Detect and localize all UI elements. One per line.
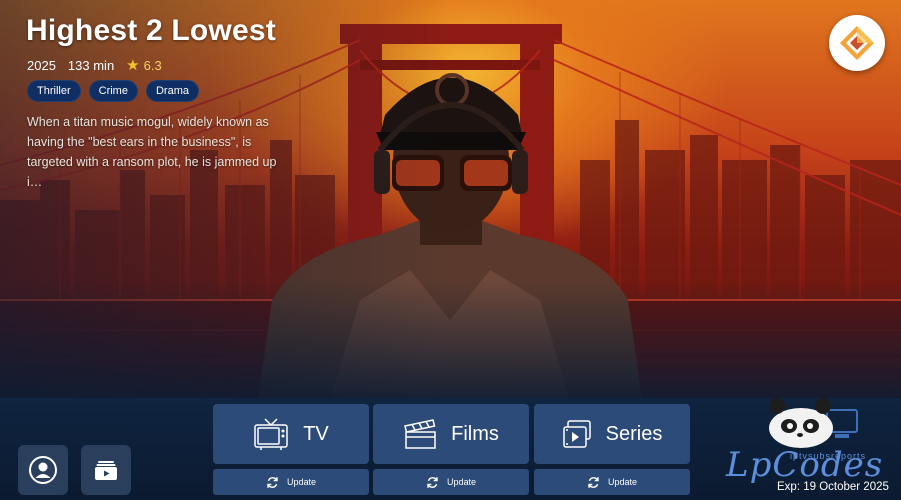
- tv-category-button[interactable]: TV: [213, 404, 369, 464]
- tv-icon: [254, 418, 288, 450]
- genre-chip[interactable]: Drama: [145, 80, 199, 102]
- hero-banner: Highest 2 Lowest 2025 133 min ★ 6.3 Thri…: [0, 0, 901, 400]
- category-label: TV: [303, 422, 329, 445]
- movie-rating: ★ 6.3: [126, 56, 162, 74]
- genre-chip[interactable]: Crime: [88, 80, 138, 102]
- movie-title: Highest 2 Lowest: [26, 14, 276, 47]
- series-update-button[interactable]: Update: [534, 469, 690, 495]
- diamond-logo-icon: [840, 26, 874, 60]
- profile-button[interactable]: [18, 445, 68, 495]
- refresh-icon: [588, 476, 599, 488]
- movie-duration: 133 min: [67, 57, 115, 73]
- clapperboard-icon: [404, 419, 436, 449]
- update-label: Update: [607, 477, 638, 487]
- films-category-button[interactable]: Films: [373, 404, 529, 464]
- category-label: Series: [605, 422, 663, 445]
- media-library-icon: [95, 461, 117, 480]
- category-label: Films: [451, 422, 499, 445]
- rating-value: 6.3: [143, 57, 162, 73]
- movie-description: When a titan music mogul, widely known a…: [27, 115, 277, 189]
- refresh-icon: [267, 476, 278, 488]
- update-label: Update: [446, 477, 477, 487]
- series-icon: [562, 420, 591, 448]
- genre-chip[interactable]: Thriller: [27, 80, 81, 102]
- panda-mascot-icon: [769, 398, 858, 448]
- subscription-expiry: Exp: 19 October 2025: [777, 481, 889, 493]
- user-icon: [29, 456, 57, 484]
- brand-subtitle: iptvsubsreports: [790, 451, 867, 461]
- movie-year: 2025: [27, 57, 56, 73]
- update-label: Update: [286, 477, 317, 487]
- media-library-button[interactable]: [81, 445, 131, 495]
- movie-meta: 2025 133 min ★ 6.3: [27, 56, 162, 74]
- films-update-button[interactable]: Update: [373, 469, 529, 495]
- series-category-button[interactable]: Series: [534, 404, 690, 464]
- tv-update-button[interactable]: Update: [213, 469, 369, 495]
- genre-chips: Thriller Crime Drama: [27, 80, 199, 102]
- refresh-icon: [427, 476, 438, 488]
- star-icon: ★: [126, 57, 140, 74]
- app-logo[interactable]: [829, 15, 885, 71]
